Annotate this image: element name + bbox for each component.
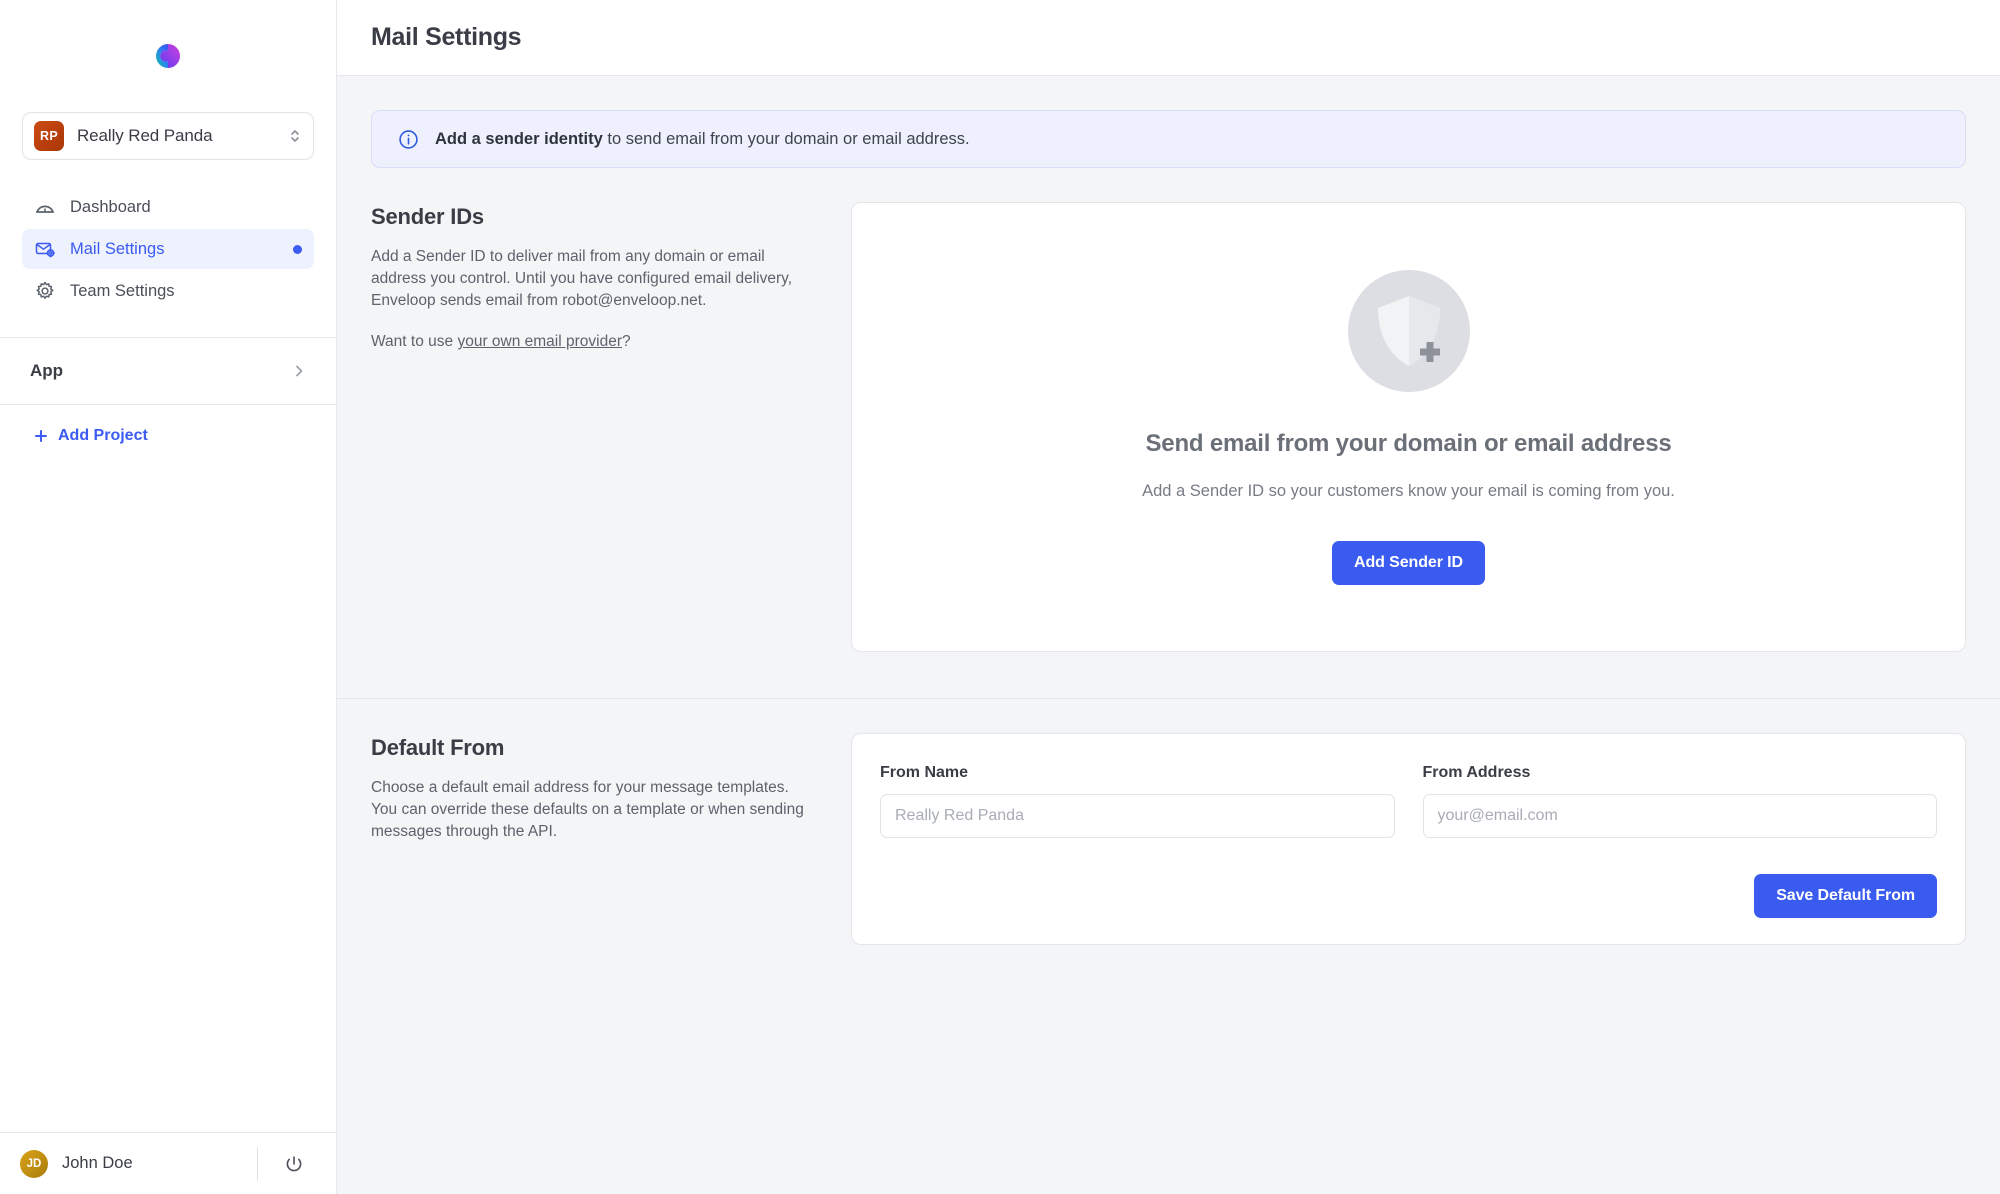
user-bar-divider: [257, 1146, 258, 1181]
page-header: Mail Settings: [337, 0, 2000, 76]
user-name: John Doe: [62, 1154, 133, 1172]
from-name-label: From Name: [880, 764, 969, 781]
power-icon: [286, 1155, 302, 1171]
default-from-info: Default From Choose a default email addr…: [371, 733, 811, 945]
default-from-actions: Save Default From: [880, 874, 1937, 918]
from-address-label: From Address: [1422, 764, 1531, 781]
banner-wrapper: Add a sender identity to send email from…: [337, 76, 2000, 168]
default-from-description: Choose a default email address for your …: [371, 779, 804, 840]
from-address-field: From Address: [1422, 764, 1937, 838]
section-default-from: Default From Choose a default email addr…: [337, 699, 2000, 991]
add-project-label: Add Project: [58, 427, 148, 444]
sidebar-item-team-settings[interactable]: Team Settings: [22, 271, 314, 311]
info-circle-icon: [399, 129, 418, 149]
gear-icon: [34, 280, 56, 302]
default-from-panel: From Name From Address Save Default From: [851, 733, 1966, 945]
empty-state-subtitle: Add a Sender ID so your customers know y…: [1142, 481, 1675, 500]
sidebar-item-mail-settings[interactable]: Mail Settings: [22, 229, 314, 269]
link-prefix: Want to use: [371, 333, 458, 350]
gauge-icon: [34, 196, 56, 218]
empty-state-title: Send email from your domain or email add…: [1145, 429, 1672, 457]
org-name: Really Red Panda: [77, 126, 213, 145]
avatar[interactable]: JD: [20, 1149, 48, 1178]
add-project-button[interactable]: Add Project: [0, 405, 336, 467]
sender-ids-description: Add a Sender ID to deliver mail from any…: [371, 248, 793, 309]
chevron-right-icon: [296, 365, 303, 377]
enveloop-infinity-logo: [156, 44, 180, 68]
link-suffix: ?: [622, 333, 631, 350]
banner-bold-text: Add a sender identity: [435, 129, 603, 148]
logout-button[interactable]: [272, 1154, 316, 1174]
org-badge: RP: [34, 121, 64, 151]
from-name-input[interactable]: [880, 794, 1395, 838]
sidebar-item-dashboard[interactable]: Dashboard: [22, 187, 314, 227]
content-scroll-area: Add a sender identity to send email from…: [337, 76, 2000, 1194]
from-address-input[interactable]: [1422, 794, 1937, 838]
sidebar-group-label: App: [30, 361, 64, 380]
sidebar-item-label: Dashboard: [70, 197, 151, 216]
from-name-field: From Name: [880, 764, 1395, 838]
sidebar-item-label: Mail Settings: [70, 239, 165, 258]
banner-text: Add a sender identity to send email from…: [435, 130, 970, 149]
sidebar-item-label: Team Settings: [70, 281, 175, 300]
default-from-form: From Name From Address Save Default From: [851, 733, 1966, 945]
unread-dot-badge: [293, 244, 302, 254]
sender-ids-empty-state: Send email from your domain or email add…: [851, 202, 1966, 652]
sidebar: RP Really Red Panda Dashboard Mail Setti…: [0, 0, 337, 1194]
add-sender-id-button[interactable]: Add Sender ID: [1332, 540, 1485, 585]
default-from-fields: From Name From Address: [880, 764, 1937, 838]
sender-ids-link-line: Want to use your own email provider?: [371, 331, 811, 353]
sender-ids-info: Sender IDs Add a Sender ID to deliver ma…: [371, 202, 811, 652]
page-title: Mail Settings: [371, 23, 522, 51]
mail-gear-icon: [34, 238, 56, 260]
sender-ids-title: Sender IDs: [371, 204, 484, 229]
default-from-title: Default From: [371, 735, 505, 760]
sidebar-nav: Dashboard Mail Settings Team Settings: [0, 187, 336, 311]
section-sender-ids: Sender IDs Add a Sender ID to deliver ma…: [337, 168, 2000, 699]
logo-container[interactable]: [0, 0, 336, 112]
banner-rest-text: to send email from your domain or email …: [602, 129, 970, 148]
info-banner: Add a sender identity to send email from…: [371, 110, 1966, 168]
plus-icon: [35, 430, 47, 442]
save-default-from-button[interactable]: Save Default From: [1754, 874, 1937, 918]
chevron-up-down-icon: [291, 130, 299, 142]
sender-ids-panel: Send email from your domain or email add…: [851, 202, 1966, 652]
main-content: Mail Settings Add a sender identity to s…: [337, 0, 2000, 1194]
shield-plus-icon: [1347, 269, 1470, 392]
app-root: RP Really Red Panda Dashboard Mail Setti…: [0, 0, 2000, 1194]
org-switcher[interactable]: RP Really Red Panda: [22, 112, 314, 160]
sidebar-group-app[interactable]: App: [0, 338, 336, 404]
user-bar: JD John Doe: [0, 1132, 336, 1194]
own-email-provider-link[interactable]: your own email provider: [457, 333, 622, 350]
